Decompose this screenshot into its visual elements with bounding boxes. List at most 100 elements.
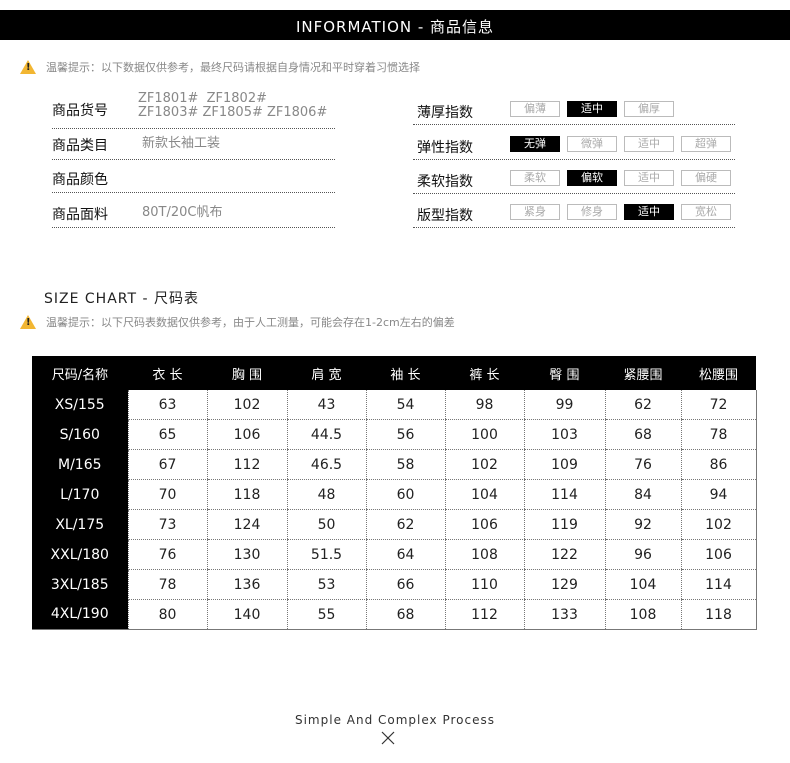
index-label: 薄厚指数: [417, 105, 473, 121]
size-value-cell: 99: [523, 390, 605, 420]
size-value-cell: 109: [523, 449, 605, 480]
index-option-selected: 适中: [567, 101, 617, 117]
size-chart-column-header: 衣 长: [128, 356, 207, 390]
size-value-cell: 98: [444, 390, 524, 420]
size-value-cell: 64: [365, 539, 445, 570]
size-value-cell: 112: [444, 599, 524, 630]
size-value-cell: 51.5: [286, 539, 366, 570]
size-chart-column-header: 尺码/名称: [32, 356, 128, 390]
size-value-cell: 140: [206, 599, 287, 630]
size-value-cell: 112: [206, 449, 287, 480]
size-value-cell: 78: [127, 569, 207, 600]
index-row: 弹性指数 无弹 微弹 适中 超弹: [413, 129, 735, 160]
size-value-cell: 73: [127, 509, 207, 540]
index-option: 微弹: [567, 136, 617, 152]
info-title: INFORMATION - 商品信息: [295, 18, 495, 36]
index-option: 紧身: [510, 204, 560, 220]
table-row: XL/175 73 124 50 62 106 119 92 102: [32, 509, 757, 540]
size-value-cell: 68: [604, 419, 681, 450]
index-row: 柔软指数 柔软 偏软 适中 偏硬: [413, 163, 735, 194]
size-value-cell: 68: [365, 599, 445, 630]
size-value-cell: 84: [604, 479, 681, 510]
size-value-cell: 78: [680, 419, 757, 450]
size-value-cell: 80: [127, 599, 207, 630]
size-value-cell: 94: [680, 479, 757, 510]
sku-row: 商品货号 ZF1801# ZF1802# ZF1803# ZF1805# ZF1…: [52, 90, 335, 129]
size-value-cell: 118: [206, 479, 287, 510]
size-name-cell: M/165: [32, 449, 128, 480]
index-label: 版型指数: [417, 208, 473, 224]
size-notice: 温馨提示：以下尺码表数据仅供参考，由于人工测量，可能会存在1-2cm左右的偏差: [20, 313, 455, 331]
size-value-cell: 110: [444, 569, 524, 600]
size-value-cell: 76: [127, 539, 207, 570]
size-value-cell: 114: [680, 569, 757, 600]
size-value-cell: 92: [604, 509, 681, 540]
index-option: 超弹: [681, 136, 731, 152]
fabric-value: 80T/20C帆布: [142, 205, 223, 220]
index-option-selected: 偏软: [567, 170, 617, 186]
index-row: 版型指数 紧身 修身 适中 宽松: [413, 197, 735, 228]
index-row: 薄厚指数 偏薄 适中 偏厚: [413, 94, 735, 125]
size-name-cell: XL/175: [32, 509, 128, 540]
table-row: S/160 65 106 44.5 56 100 103 68 78: [32, 419, 757, 450]
size-chart-title: SIZE CHART - 尺码表: [44, 291, 199, 307]
size-chart-table: 尺码/名称衣 长胸 围肩 宽袖 长裤 长臀 围紧腰围 松腰围 XS/155 63 10…: [32, 356, 757, 630]
info-header: INFORMATION - 商品信息: [0, 10, 790, 40]
size-value-cell: 106: [206, 419, 287, 450]
size-value-cell: 102: [206, 390, 287, 420]
size-notice-text: 温馨提示：以下尺码表数据仅供参考，由于人工测量，可能会存在1-2cm左右的偏差: [46, 316, 455, 329]
index-label: 柔软指数: [417, 174, 473, 190]
size-value-cell: 43: [286, 390, 366, 420]
category-value: 新款长袖工装: [142, 136, 221, 151]
index-options: 柔软 偏软 适中 偏硬: [510, 170, 731, 186]
size-value-cell: 65: [127, 419, 207, 450]
size-value-cell: 102: [680, 509, 757, 540]
size-value-cell: 54: [365, 390, 445, 420]
size-value-cell: 76: [604, 449, 681, 480]
size-value-cell: 62: [604, 390, 681, 420]
size-value-cell: 108: [444, 539, 524, 570]
color-row: 商品颜色: [52, 160, 335, 193]
size-value-cell: 53: [286, 569, 366, 600]
index-option: 宽松: [681, 204, 731, 220]
size-chart-column-header: 袖 长: [366, 356, 445, 390]
size-value-cell: 72: [680, 390, 757, 420]
size-value-cell: 62: [365, 509, 445, 540]
index-option: 偏薄: [510, 101, 560, 117]
size-value-cell: 55: [286, 599, 366, 630]
warning-icon: [20, 315, 36, 329]
table-row: 4XL/190 80 140 55 68 112 133 108 118: [32, 599, 757, 630]
category-label: 商品类目: [52, 138, 108, 154]
size-value-cell: 66: [365, 569, 445, 600]
size-name-cell: 3XL/185: [32, 569, 128, 600]
index-option-selected: 适中: [624, 204, 674, 220]
size-value-cell: 119: [523, 509, 605, 540]
size-value-cell: 114: [523, 479, 605, 510]
size-name-cell: XS/155: [32, 390, 128, 420]
size-value-cell: 106: [444, 509, 524, 540]
category-row: 商品类目 新款长袖工装: [52, 128, 335, 160]
fabric-row: 商品面料 80T/20C帆布: [52, 194, 335, 228]
size-value-cell: 104: [444, 479, 524, 510]
size-value-cell: 124: [206, 509, 287, 540]
size-value-cell: 58: [365, 449, 445, 480]
size-value-cell: 104: [604, 569, 681, 600]
size-value-cell: 60: [365, 479, 445, 510]
table-row: M/165 67 112 46.5 58 102 109 76 86: [32, 449, 757, 480]
size-value-cell: 86: [680, 449, 757, 480]
sku-line1: ZF1801# ZF1802#: [138, 91, 267, 106]
size-name-cell: S/160: [32, 419, 128, 450]
size-chart-column-header: 裤 长: [445, 356, 524, 390]
size-value-cell: 50: [286, 509, 366, 540]
size-value-cell: 44.5: [286, 419, 366, 450]
size-value-cell: 70: [127, 479, 207, 510]
info-notice-text: 温馨提示：以下数据仅供参考，最终尺码请根据自身情况和平时穿着习惯选择: [46, 61, 420, 74]
size-value-cell: 129: [523, 569, 605, 600]
info-notice: 温馨提示：以下数据仅供参考，最终尺码请根据自身情况和平时穿着习惯选择: [20, 58, 420, 76]
table-row: 3XL/185 78 136 53 66 110 129 104 114: [32, 569, 757, 600]
size-name-cell: XXL/180: [32, 539, 128, 570]
fabric-label: 商品面料: [52, 207, 108, 223]
close-icon: [381, 731, 395, 745]
index-label: 弹性指数: [417, 140, 473, 156]
size-value-cell: 133: [523, 599, 605, 630]
